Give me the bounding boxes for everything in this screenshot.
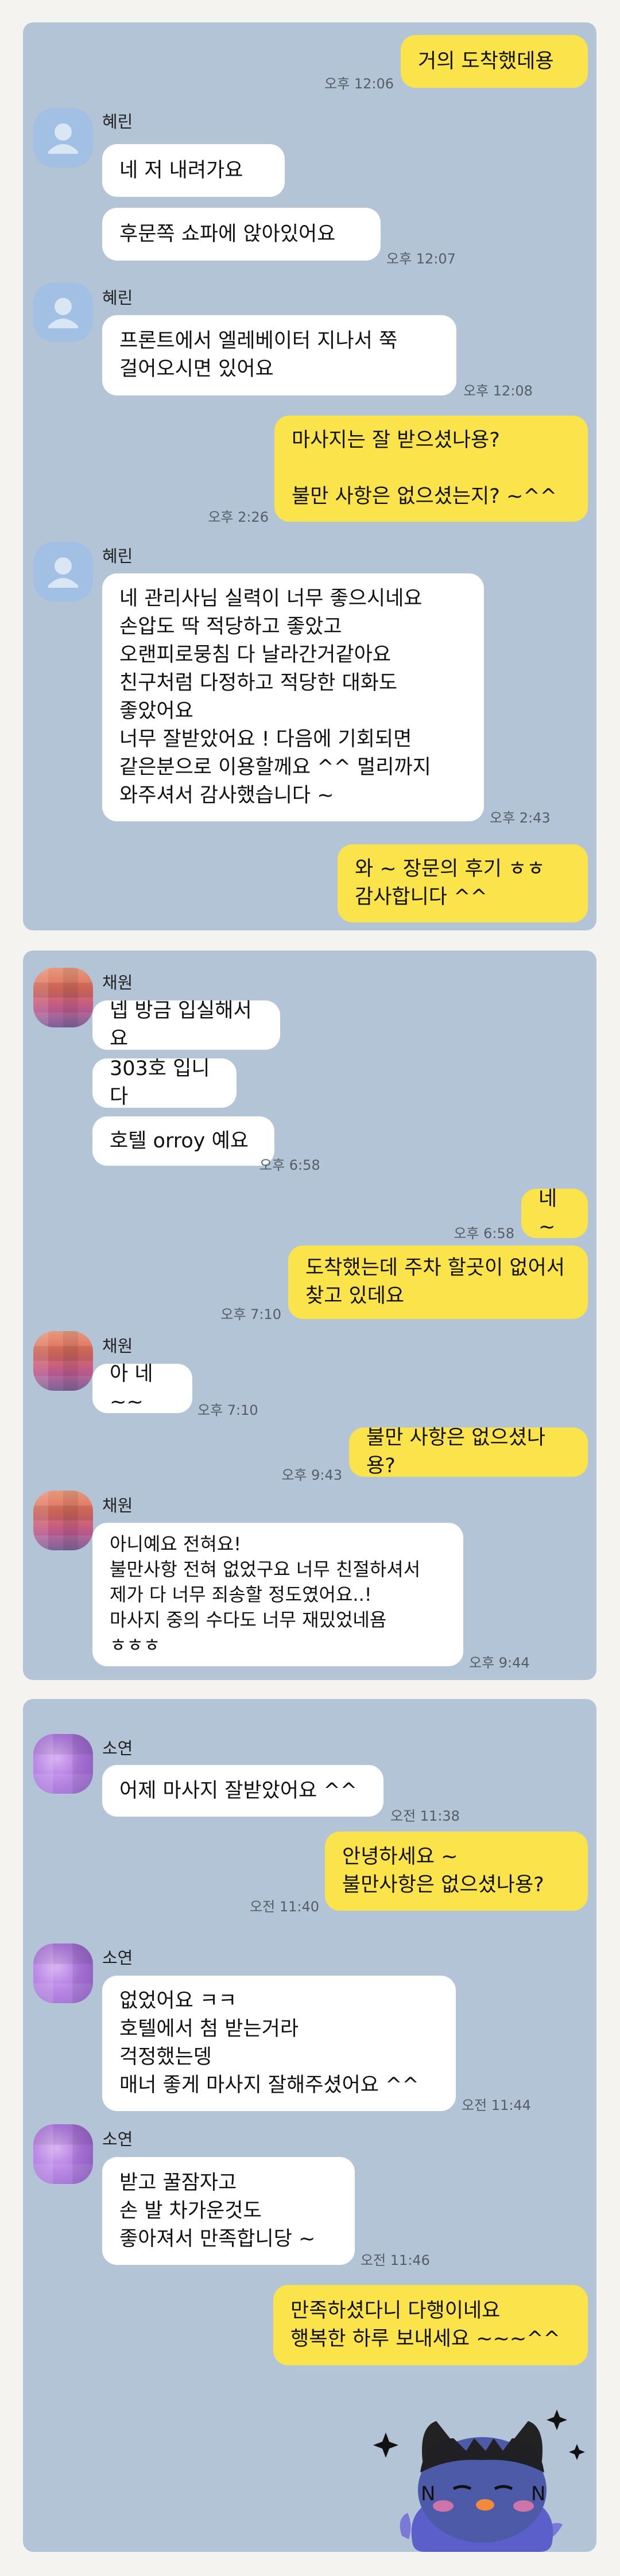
sender-name: 채원 bbox=[102, 1496, 133, 1515]
message-bubble-received[interactable]: 호텔 orroy 예요 bbox=[92, 1116, 274, 1166]
chat-panel-1: 거의 도착했데용 오후 12:06 혜린 네 저 내려가요 후문쪽 쇼파에 앉아… bbox=[23, 22, 596, 930]
message-text: 마사지는 잘 받으셨나용? 불만 사항은 없으셨는지? ~^^ bbox=[292, 429, 557, 508]
message-bubble-sent[interactable]: 거의 도착했데용 bbox=[401, 35, 588, 88]
sender-name: 혜린 bbox=[102, 546, 133, 566]
message-text: 어제 마사지 잘받았어요 ^^ bbox=[119, 1779, 358, 1802]
message-bubble-sent[interactable]: 안녕하세요 ~ 불만사항은 없으셨나용? bbox=[325, 1832, 588, 1911]
message-timestamp: 오후 9:43 bbox=[281, 1467, 342, 1483]
sender-name: 소연 bbox=[102, 2129, 133, 2149]
message-bubble-received[interactable]: 프론트에서 엘레베이터 지나서 쭉 걸어오시면 있어요 bbox=[102, 315, 456, 395]
profile-avatar[interactable] bbox=[33, 282, 93, 342]
message-bubble-received[interactable]: 네 저 내려가요 bbox=[102, 144, 285, 197]
message-text: 후문쪽 쇼파에 앉아있어요 bbox=[119, 222, 336, 246]
message-text: 네 ~ bbox=[538, 1188, 557, 1239]
sender-name: 혜린 bbox=[102, 288, 133, 308]
profile-avatar[interactable] bbox=[33, 1943, 93, 2003]
sender-name: 채원 bbox=[102, 973, 133, 992]
message-text: 네 관리사님 실력이 너무 좋으시네요 손압도 딱 적당하고 좋았고 오랜피로뭉… bbox=[119, 587, 431, 807]
message-bubble-sent[interactable]: 네 ~ bbox=[521, 1188, 588, 1239]
message-bubble-sent[interactable]: 마사지는 잘 받으셨나용? 불만 사항은 없으셨는지? ~^^ bbox=[274, 416, 588, 522]
message-bubble-received[interactable]: 넵 방금 입실해서요 bbox=[92, 999, 280, 1050]
message-text: 거의 도착했데용 bbox=[418, 49, 554, 73]
message-bubble-received[interactable]: 303호 입니다 bbox=[92, 1057, 237, 1108]
sender-name: 혜린 bbox=[102, 112, 133, 131]
kakao-friend-sticker-icon: N N bbox=[373, 2410, 585, 2552]
message-text: 호텔 orroy 예요 bbox=[110, 1129, 249, 1153]
message-bubble-received[interactable]: 어제 마사지 잘받았어요 ^^ bbox=[102, 1765, 383, 1817]
sender-name: 채원 bbox=[102, 1336, 133, 1356]
default-profile-icon bbox=[48, 298, 78, 328]
message-bubble-received[interactable]: 받고 꿀잠자고 손 발 차가운것도 좋아져서 만족합니당 ~ bbox=[102, 2157, 355, 2265]
message-text: 불만 사항은 없으셨나용? bbox=[366, 1426, 546, 1477]
message-timestamp: 오후 6:58 bbox=[454, 1225, 514, 1242]
message-timestamp: 오후 12:07 bbox=[386, 251, 456, 267]
message-bubble-received[interactable]: 없었어요 ㅋㅋ 호텔에서 첨 받는거라 걱정했는뎅 매너 좋게 마사지 잘해주셨… bbox=[102, 1976, 456, 2111]
message-text: 넵 방금 입실해서요 bbox=[110, 999, 252, 1050]
message-text: 프론트에서 엘레베이터 지나서 쭉 걸어오시면 있어요 bbox=[119, 329, 398, 381]
message-timestamp: 오후 2:26 bbox=[208, 509, 269, 525]
message-timestamp: 오후 9:44 bbox=[469, 1655, 530, 1671]
message-timestamp: 오전 11:46 bbox=[361, 2252, 430, 2268]
message-timestamp: 오후 12:06 bbox=[324, 76, 394, 92]
message-bubble-sent[interactable]: 만족하셨다니 다행이네요 행복한 하루 보내세요 ~~~^^ bbox=[273, 2285, 588, 2365]
sender-name: 소연 bbox=[102, 1739, 133, 1758]
message-timestamp: 오후 12:08 bbox=[463, 383, 533, 399]
message-text: 도착했는데 주차 할곳이 없어서 찾고 있데요 bbox=[305, 1256, 565, 1308]
sender-name: 소연 bbox=[102, 1948, 133, 1968]
message-bubble-sent[interactable]: 불만 사항은 없으셨나용? bbox=[349, 1426, 588, 1477]
message-text: 아 네~~ bbox=[110, 1363, 153, 1414]
message-bubble-received[interactable]: 아 네~~ bbox=[92, 1363, 192, 1414]
message-timestamp: 오후 7:10 bbox=[220, 1306, 281, 1322]
profile-avatar[interactable] bbox=[33, 2124, 93, 2184]
svg-text:N: N bbox=[531, 2482, 545, 2505]
message-bubble-sent[interactable]: 도착했는데 주차 할곳이 없어서 찾고 있데요 bbox=[288, 1246, 588, 1319]
message-text: 아니예요 전혀요! 불만사항 전혀 없었구요 너무 친절하셔서 제가 다 너무 … bbox=[110, 1533, 421, 1656]
message-text: 만족하셨다니 다행이네요 행복한 하루 보내세요 ~~~^^ bbox=[290, 2299, 560, 2350]
default-profile-icon bbox=[48, 123, 78, 154]
message-text: 와 ~ 장문의 후기 ㅎㅎ 감사합니다 ^^ bbox=[355, 858, 545, 909]
message-text: 없었어요 ㅋㅋ 호텔에서 첨 받는거라 걱정했는뎅 매너 좋게 마사지 잘해주셨… bbox=[119, 1989, 419, 2097]
message-bubble-received[interactable]: 아니예요 전혀요! 불만사항 전혀 없었구요 너무 친절하셔서 제가 다 너무 … bbox=[92, 1523, 463, 1666]
profile-avatar[interactable] bbox=[33, 1734, 93, 1794]
message-timestamp: 오전 11:44 bbox=[462, 2097, 531, 2113]
profile-avatar[interactable] bbox=[33, 108, 93, 168]
message-timestamp: 오전 11:40 bbox=[250, 1899, 319, 1915]
message-bubble-sent[interactable]: 와 ~ 장문의 후기 ㅎㅎ 감사합니다 ^^ bbox=[338, 844, 588, 922]
message-timestamp: 오전 11:38 bbox=[390, 1808, 460, 1824]
profile-avatar[interactable] bbox=[33, 1331, 93, 1391]
message-bubble-received[interactable]: 후문쪽 쇼파에 앉아있어요 bbox=[102, 208, 381, 261]
chat-panel-2: 채원 넵 방금 입실해서요 303호 입니다 호텔 orroy 예요 오후 6:… bbox=[23, 951, 596, 1680]
profile-avatar[interactable] bbox=[33, 1491, 93, 1550]
message-text: 안녕하세요 ~ 불만사항은 없으셨나용? bbox=[342, 1845, 544, 1896]
message-text: 303호 입니다 bbox=[110, 1057, 210, 1108]
chat-panel-3: 소연 어제 마사지 잘받았어요 ^^ 오전 11:38 안녕하세요 ~ 불만사항… bbox=[23, 1699, 596, 2552]
message-timestamp: 오후 7:10 bbox=[197, 1402, 258, 1418]
svg-text:N: N bbox=[421, 2482, 435, 2505]
message-text: 받고 꿀잠자고 손 발 차가운것도 좋아져서 만족합니당 ~ bbox=[119, 2171, 316, 2251]
message-timestamp: 오후 2:43 bbox=[490, 810, 551, 826]
profile-avatar[interactable] bbox=[33, 542, 93, 602]
default-profile-icon bbox=[48, 557, 78, 588]
message-bubble-received[interactable]: 네 관리사님 실력이 너무 좋으시네요 손압도 딱 적당하고 좋았고 오랜피로뭉… bbox=[102, 573, 484, 821]
profile-avatar[interactable] bbox=[33, 968, 93, 1027]
message-text: 네 저 내려가요 bbox=[119, 158, 243, 182]
message-timestamp: 오후 6:58 bbox=[259, 1157, 320, 1173]
